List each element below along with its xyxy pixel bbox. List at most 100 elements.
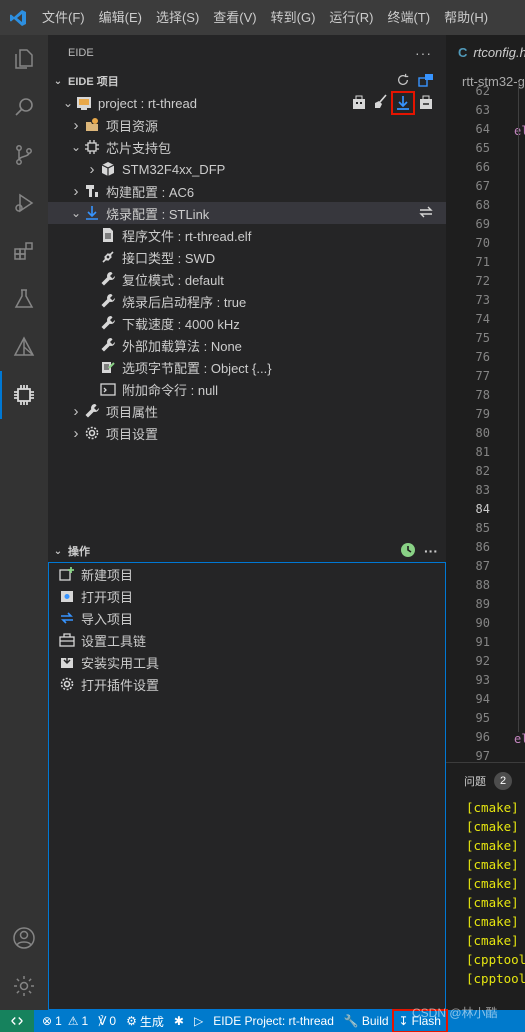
line-number: 87 (475, 559, 490, 573)
tree-item-project-properties[interactable]: › 项目属性 (48, 400, 446, 422)
source-control-icon[interactable] (0, 131, 48, 179)
debug-bug-icon[interactable]: ✱ (169, 1010, 189, 1032)
code-fragment: el (514, 124, 525, 138)
refresh-icon[interactable] (396, 73, 410, 90)
tree-item-project-resources[interactable]: › 项目资源 (48, 114, 446, 136)
operation-item[interactable]: 打开项目 (49, 585, 445, 607)
eide-project-section-header[interactable]: ⌄ EIDE 项目 (48, 70, 446, 92)
history-icon[interactable] (400, 542, 416, 561)
tree-item-label: 项目设置 (106, 426, 159, 442)
switch-flasher-icon[interactable] (418, 204, 434, 223)
menu-item[interactable]: 选择(S) (149, 0, 206, 35)
project-label: project : rt-thread (98, 95, 197, 111)
menu-item[interactable]: 编辑(E) (92, 0, 149, 35)
menu-item[interactable]: 运行(R) (322, 0, 380, 35)
operation-item[interactable]: 设置工具链 (49, 629, 445, 651)
rebuild-project-icon[interactable] (418, 94, 434, 113)
tree-item-project-settings[interactable]: › 项目设置 (48, 422, 446, 444)
build-btn-label: Build (361, 1014, 389, 1028)
tree-item-option-bytes[interactable]: 选项字节配置 : Object {...} (48, 356, 446, 378)
run-debug-icon[interactable] (0, 179, 48, 227)
tab-rtconfig[interactable]: C rtconfig.h (446, 35, 525, 70)
flash-download-icon[interactable] (391, 91, 415, 115)
tree-item-download-speed[interactable]: 下载速度 : 4000 kHz (48, 312, 446, 334)
eide-chip-icon[interactable] (0, 371, 48, 419)
switch-project-icon[interactable] (418, 72, 434, 91)
terminal-line: [cmake] (466, 914, 519, 929)
operation-item[interactable]: 新建项目 (49, 563, 445, 585)
search-icon[interactable] (0, 83, 48, 131)
tree-item-program-file[interactable]: 程序文件 : rt-thread.elf (48, 224, 446, 246)
operation-label: 打开项目 (81, 589, 134, 605)
line-number: 64 (475, 122, 490, 136)
explorer-icon[interactable] (0, 35, 48, 83)
operation-item[interactable]: 导入项目 (49, 607, 445, 629)
operation-label: 设置工具链 (81, 633, 147, 649)
menu-item[interactable]: 文件(F) (35, 0, 92, 35)
eide-build-button[interactable]: 🔧 Build (339, 1010, 394, 1032)
new-project-icon (59, 566, 75, 582)
testing-icon[interactable] (0, 275, 48, 323)
build-project-icon[interactable] (351, 94, 367, 113)
tree-item-label: STM32F4xx_DFP (122, 161, 226, 177)
tree-item-label: 项目属性 (106, 404, 159, 420)
line-number: 90 (475, 616, 490, 630)
terminal-line: [cmake] (466, 895, 519, 910)
tree-item-external-loader[interactable]: 外部加载算法 : None (48, 334, 446, 356)
line-number: 63 (475, 103, 490, 117)
tree-item-label: 复位模式 : default (122, 272, 224, 288)
line-number: 73 (475, 293, 490, 307)
chevron-down-icon: ⌄ (62, 96, 74, 110)
extensions-icon[interactable] (0, 227, 48, 275)
open-project-icon (59, 588, 75, 604)
menu-item[interactable]: 终端(T) (380, 0, 437, 35)
line-number: 65 (475, 141, 490, 155)
ports-status[interactable]: ℣ 0 (93, 1010, 121, 1032)
vscode-logo-icon (0, 0, 35, 35)
wrench-icon (100, 315, 116, 331)
tree-item-dfp-package[interactable]: › STM32F4xx_DFP (48, 158, 446, 180)
line-number: 86 (475, 540, 490, 554)
tree-item-run-after-flash[interactable]: 烧录后启动程序 : true (48, 290, 446, 312)
tree-item-flash-config[interactable]: ⌄ 烧录配置 : STLink (48, 202, 446, 224)
more-actions-icon[interactable]: ··· (424, 543, 438, 559)
account-icon[interactable] (0, 914, 48, 962)
project-icon (76, 95, 92, 111)
tree-item-interface[interactable]: 接口类型 : SWD (48, 246, 446, 268)
operation-item[interactable]: 安装实用工具 (49, 651, 445, 673)
tree-item-reset-mode[interactable]: 复位模式 : default (48, 268, 446, 290)
terminal-line: [cmake] (466, 838, 519, 853)
tree-item-label: 外部加载算法 : None (122, 338, 242, 354)
menu-item[interactable]: 转到(G) (264, 0, 323, 35)
run-play-icon[interactable]: ▷ (189, 1010, 208, 1032)
terminal-line: [cmake] (466, 933, 519, 948)
operations-section-header[interactable]: ⌄ 操作 ··· (48, 540, 446, 562)
line-number: 85 (475, 521, 490, 535)
line-number: 69 (475, 217, 490, 231)
tree-item-label: 程序文件 : rt-thread.elf (122, 228, 252, 244)
sidebar: EIDE ··· ⌄ EIDE 项目 ⌄ project : rt-thread ›… (48, 35, 446, 1010)
menu-item[interactable]: 查看(V) (206, 0, 263, 35)
line-number: 68 (475, 198, 490, 212)
title-bar: 文件(F) 编辑(E) 选择(S) 查看(V) 转到(G) 运行(R) 终端(T) 帮助(H) (0, 0, 525, 35)
line-number: 72 (475, 274, 490, 288)
project-root[interactable]: ⌄ project : rt-thread (48, 91, 446, 115)
more-actions-icon[interactable]: ··· (415, 45, 432, 61)
line-number: 88 (475, 578, 490, 592)
eide-project-status[interactable]: EIDE Project: rt-thread (208, 1010, 339, 1032)
clean-broom-icon[interactable] (372, 93, 388, 113)
tree-item-build-config[interactable]: › 构建配置 : AC6 (48, 180, 446, 202)
cmake-build-button[interactable]: ⚙ 生成 (121, 1010, 169, 1032)
panel-tab-problems[interactable]: 问题 2 (446, 763, 525, 798)
cmake-icon[interactable] (0, 323, 48, 371)
terminal-line: [cpptool (466, 952, 525, 967)
remote-indicator-icon[interactable] (0, 1010, 34, 1032)
line-number: 97 (475, 749, 490, 762)
operation-item[interactable]: 打开插件设置 (49, 673, 445, 695)
manage-gear-icon[interactable] (0, 962, 48, 1010)
tree-item-chip-support[interactable]: ⌄ 芯片支持包 (48, 136, 446, 158)
terminal-icon (100, 381, 116, 397)
tree-item-extra-cmdline[interactable]: 附加命令行 : null (48, 378, 446, 400)
menu-item[interactable]: 帮助(H) (437, 0, 495, 35)
problems-status[interactable]: ⊗ 1 ⚠ 1 (34, 1010, 93, 1032)
